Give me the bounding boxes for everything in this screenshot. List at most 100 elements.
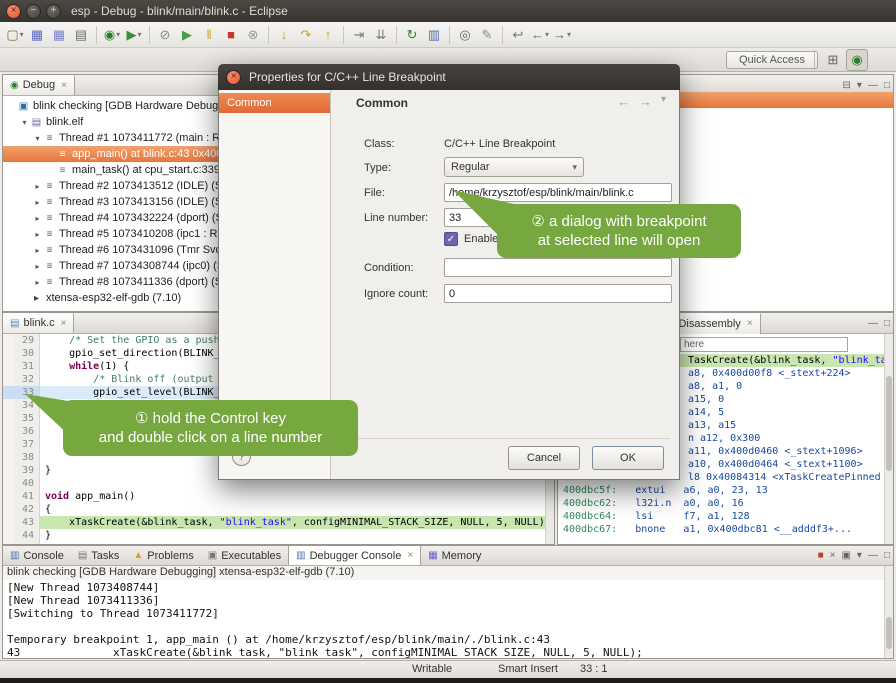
open-perspective-icon[interactable]: ⊞ <box>822 49 844 71</box>
quick-access-button[interactable]: Quick Access <box>726 51 818 69</box>
save-all-icon[interactable]: ▦ <box>48 24 70 46</box>
expander-icon[interactable]: ▸ <box>32 262 43 271</box>
close-icon[interactable]: × <box>407 550 413 561</box>
window-close-icon[interactable]: × <box>6 4 21 19</box>
window-maximize-icon[interactable]: + <box>46 4 61 19</box>
forward-icon[interactable]: →▾ <box>551 24 573 46</box>
type-select[interactable]: Regular ▾ <box>444 157 584 177</box>
debug-tree-item[interactable]: ≡main_task() at cpu_start.c:339 0x4 <box>3 162 218 178</box>
debug-tree-item[interactable]: ▸xtensa-esp32-elf-gdb (7.10) <box>3 290 218 306</box>
line-number[interactable]: 39 <box>14 464 40 477</box>
refresh-icon[interactable]: ↻ <box>401 24 423 46</box>
scrollbar-thumb[interactable] <box>886 376 892 471</box>
maximize-icon[interactable]: □ <box>884 80 890 91</box>
debug-icon[interactable]: ◉▾ <box>101 24 123 46</box>
line-number[interactable]: 38 <box>14 451 40 464</box>
pin-console-icon[interactable]: ▣ <box>841 550 850 561</box>
scrollbar-thumb[interactable] <box>886 617 892 649</box>
run-icon[interactable]: ▶▾ <box>123 24 145 46</box>
expander-icon[interactable]: ▸ <box>32 246 43 255</box>
code-text[interactable]: { <box>40 503 554 516</box>
line-number[interactable]: 30 <box>14 347 40 360</box>
suspend-icon[interactable]: ‖ <box>198 24 220 46</box>
debug-tree-item[interactable]: ≡app_main() at blink.c:43 0x400dbc <box>3 146 218 162</box>
console-output[interactable]: [New Thread 1073408744][New Thread 10734… <box>3 581 884 658</box>
back-icon[interactable]: ← <box>617 94 630 109</box>
back-icon[interactable]: ←▾ <box>529 24 551 46</box>
debug-tree-item[interactable]: ▸≡Thread #3 1073413156 (IDLE) (Susp <box>3 194 218 210</box>
terminate-icon[interactable]: ■ <box>818 550 824 561</box>
expander-icon[interactable]: ▾ <box>32 134 43 143</box>
disassembly-line[interactable]: 400dbc64: lsi f7, a1, 128 <box>558 510 884 523</box>
line-number[interactable]: 29 <box>14 334 40 347</box>
line-number[interactable]: 32 <box>14 373 40 386</box>
line-number[interactable]: 42 <box>14 503 40 516</box>
tab-problems[interactable]: ▲Problems <box>126 546 200 565</box>
debug-tree-item[interactable]: ▸≡Thread #2 1073413512 (IDLE) (Susp <box>3 178 218 194</box>
condition-input[interactable] <box>444 258 672 277</box>
code-text[interactable]: } <box>40 529 554 542</box>
debug-tree-item[interactable]: ▣blink checking [GDB Hardware Debug <box>3 98 218 114</box>
disassembly-line[interactable]: 400dbc67: bnone a1, 0x400dbc81 <__adddf3… <box>558 523 884 536</box>
line-number[interactable]: 41 <box>14 490 40 503</box>
disassembly-line[interactable]: 400dbc5f: extui a6, a0, 23, 13 <box>558 484 884 497</box>
drop-to-frame-icon[interactable]: ⇊ <box>370 24 392 46</box>
disassembly-scrollbar[interactable] <box>884 334 893 544</box>
line-number[interactable]: 43 <box>14 516 40 529</box>
debug-tree-item[interactable]: ▸≡Thread #6 1073431096 (Tmr Svc) (S <box>3 242 218 258</box>
window-minimize-icon[interactable]: − <box>26 4 41 19</box>
search-icon[interactable]: ◎ <box>454 24 476 46</box>
disconnect-icon[interactable]: ⊗ <box>242 24 264 46</box>
expander-icon[interactable]: ▸ <box>32 198 43 207</box>
tab-blink-c[interactable]: ▤ blink.c × <box>3 313 74 333</box>
tab-memory[interactable]: ▦Memory <box>421 546 488 565</box>
tab-debug[interactable]: ◉ Debug × <box>3 75 75 95</box>
debug-tree-item[interactable]: ▸≡Thread #8 1073411336 (dport) (Sus <box>3 274 218 290</box>
forward-icon[interactable]: → <box>639 94 652 109</box>
save-icon[interactable]: ▦ <box>26 24 48 46</box>
debug-tree-item[interactable]: ▾≡Thread #1 1073411772 (main : Runn <box>3 130 218 146</box>
expander-icon[interactable]: ▾ <box>19 118 30 127</box>
collapse-all-icon[interactable]: ⊟ <box>843 80 851 91</box>
step-over-icon[interactable]: ↷ <box>295 24 317 46</box>
minimize-icon[interactable]: — <box>868 318 878 329</box>
cancel-button[interactable]: Cancel <box>508 446 580 470</box>
code-text[interactable]: xTaskCreate(&blink_task, "blink_task", c… <box>40 516 554 529</box>
maximize-icon[interactable]: □ <box>884 318 890 329</box>
debug-tree-item[interactable]: ▸≡Thread #4 1073432224 (dport) (Sus <box>3 210 218 226</box>
dialog-close-icon[interactable]: × <box>226 70 241 85</box>
line-number[interactable]: 44 <box>14 529 40 542</box>
close-icon[interactable]: × <box>61 80 67 91</box>
step-into-icon[interactable]: ↓ <box>273 24 295 46</box>
expander-icon[interactable]: ▸ <box>32 230 43 239</box>
disassembly-line[interactable]: 400dbc62: l32i.n a0, a0, 16 <box>558 497 884 510</box>
console-scrollbar[interactable] <box>884 566 893 658</box>
minimize-icon[interactable]: — <box>868 80 878 91</box>
remove-launch-icon[interactable]: × <box>830 550 836 561</box>
line-number[interactable]: 45 <box>14 542 40 544</box>
tab-console[interactable]: ▥Console <box>3 546 71 565</box>
step-return-icon[interactable]: ↑ <box>317 24 339 46</box>
view-menu-icon[interactable]: ▾ <box>857 80 862 91</box>
instruction-stepping-icon[interactable]: ⇥ <box>348 24 370 46</box>
view-menu-icon[interactable]: ▾ <box>661 94 666 109</box>
last-edit-icon[interactable]: ↩ <box>507 24 529 46</box>
debug-tree-item[interactable]: ▸≡Thread #7 10734308744 (ipc0) (Susp <box>3 258 218 274</box>
debug-perspective-icon[interactable]: ◉ <box>846 49 868 71</box>
debug-tree-item[interactable]: ▸≡Thread #5 1073410208 (ipc1 : Runni <box>3 226 218 242</box>
maximize-icon[interactable]: □ <box>884 550 890 561</box>
debug-tree-item[interactable]: ▾▤blink.elf <box>3 114 218 130</box>
minimize-icon[interactable]: — <box>868 550 878 561</box>
location-input[interactable]: here <box>680 337 848 352</box>
close-icon[interactable]: × <box>747 318 753 329</box>
expander-icon[interactable]: ▸ <box>32 214 43 223</box>
terminate-icon[interactable]: ■ <box>220 24 242 46</box>
skip-breakpoints-icon[interactable]: ⊘ <box>154 24 176 46</box>
close-icon[interactable]: × <box>61 318 67 329</box>
tab-executables[interactable]: ▣Executables <box>201 546 288 565</box>
console-icon[interactable]: ▥ <box>423 24 445 46</box>
expander-icon[interactable]: ▸ <box>32 278 43 287</box>
ignore-count-input[interactable]: 0 <box>444 284 672 303</box>
tab-tasks[interactable]: ▤Tasks <box>71 546 127 565</box>
line-number[interactable]: 40 <box>14 477 40 490</box>
